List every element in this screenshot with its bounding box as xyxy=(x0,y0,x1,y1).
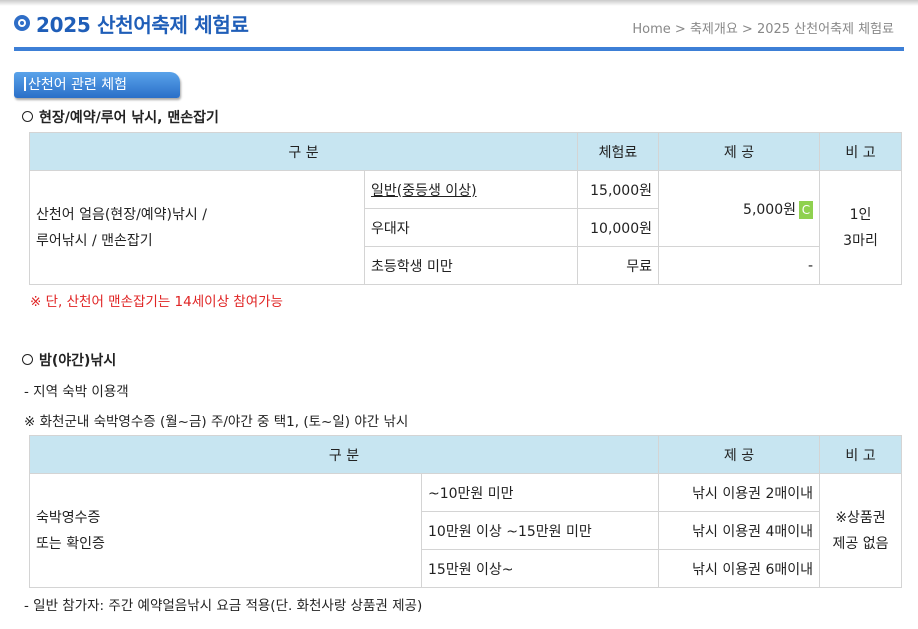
fishing-heading-text: 현장/예약/루어 낚시, 맨손잡기 xyxy=(39,110,219,126)
range-cell: ~10만원 미만 xyxy=(421,473,659,512)
col-header-note: 비 고 xyxy=(819,435,902,474)
range-cell: 15만원 이상~ xyxy=(421,549,659,588)
breadcrumb-overview[interactable]: 축제개요 xyxy=(690,22,738,37)
page-header: 2025 산천어축제 체험료 Home > 축제개요 > 2025 산천어축제 … xyxy=(0,0,918,52)
night-line-2: ※ 화천군내 숙박영수증 (월~금) 주/야간 중 택1, (토~일) 야간 낚… xyxy=(24,414,409,430)
provide-cell: - xyxy=(658,246,820,285)
col-header-category: 구 분 xyxy=(29,132,578,171)
fee-cell: 15,000원 xyxy=(577,170,659,209)
section-tab-bar-icon xyxy=(24,77,26,91)
range-cell: 10만원 이상 ~15만원 미만 xyxy=(421,511,659,550)
section-tab-label: 산천어 관련 체험 xyxy=(28,77,128,93)
breadcrumb-separator: > xyxy=(741,22,753,37)
fishing-fee-table: 구 분 체험료 제 공 비 고 산천어 얼음(현장/예약)낚시 / 루어낚시 /… xyxy=(29,132,902,285)
section-tab: 산천어 관련 체험 xyxy=(14,72,180,98)
fee-cell: 무료 xyxy=(577,246,659,285)
col-header-note: 비 고 xyxy=(819,132,902,171)
night-heading: 밤(야간)낚시 xyxy=(22,350,116,370)
col-header-provide: 제 공 xyxy=(658,435,820,474)
provide-cell: 낚시 이용권 6매이내 xyxy=(658,549,820,588)
night-fishing-table: 구 분 제 공 비 고 숙박영수증 또는 확인증 ~10만원 미만 낚시 이용권… xyxy=(29,435,902,588)
provide-value: 5,000원 xyxy=(743,201,796,218)
category-line: 숙박영수증 xyxy=(36,509,101,526)
category-line: 산천어 얼음(현장/예약)낚시 / xyxy=(36,206,207,223)
provide-cell: 낚시 이용권 2매이내 xyxy=(658,473,820,512)
table-row: 숙박영수증 또는 확인증 ~10만원 미만 낚시 이용권 2매이내 ※상품권 제… xyxy=(29,473,902,588)
fishing-category-cell: 산천어 얼음(현장/예약)낚시 / 루어낚시 / 맨손잡기 xyxy=(29,170,365,285)
type-cell: 우대자 xyxy=(364,208,578,247)
note-line: 1인 xyxy=(849,206,872,223)
breadcrumb: Home > 축제개요 > 2025 산천어축제 체험료 xyxy=(632,18,894,37)
provide-cell: 낚시 이용권 4매이내 xyxy=(658,511,820,550)
provide-cell: 5,000원 C xyxy=(658,170,820,247)
fishing-heading: 현장/예약/루어 낚시, 맨손잡기 xyxy=(22,107,219,127)
circle-bullet-icon xyxy=(22,111,33,122)
col-header-provide: 제 공 xyxy=(658,132,820,171)
breadcrumb-current: 2025 산천어축제 체험료 xyxy=(756,22,894,37)
type-cell[interactable]: 일반(중등생 이상) xyxy=(364,170,578,209)
header-divider xyxy=(14,47,904,51)
type-cell: 초등학생 미만 xyxy=(364,246,578,285)
page-title: 2025 산천어축제 체험료 xyxy=(36,13,249,37)
breadcrumb-home[interactable]: Home xyxy=(632,22,670,37)
note-line: 제공 없음 xyxy=(832,535,889,552)
fishing-note-cell: 1인 3마리 xyxy=(819,170,902,285)
col-header-fee: 체험료 xyxy=(577,132,659,171)
category-line: 루어낚시 / 맨손잡기 xyxy=(36,232,153,249)
night-heading-text: 밤(야간)낚시 xyxy=(39,353,117,369)
night-footer: - 일반 참가자: 주간 예약얼음낚시 요금 적용(단. 화천사랑 상품권 제공… xyxy=(24,598,423,614)
table-row: 산천어 얼음(현장/예약)낚시 / 루어낚시 / 맨손잡기 일반(중등생 이상)… xyxy=(29,170,902,285)
fishing-notice: ※ 단, 산천어 맨손잡기는 14세이상 참여가능 xyxy=(30,294,283,310)
night-line-1: - 지역 숙박 이용객 xyxy=(24,384,129,400)
circle-bullet-icon xyxy=(22,354,33,365)
note-line: 3마리 xyxy=(843,232,878,249)
category-line: 또는 확인증 xyxy=(36,535,105,552)
fee-cell: 10,000원 xyxy=(577,208,659,247)
type-general-link[interactable]: 일반(중등생 이상) xyxy=(371,183,477,199)
night-note-cell: ※상품권 제공 없음 xyxy=(819,473,902,588)
badge-icon: C xyxy=(799,200,813,219)
col-header-category: 구 분 xyxy=(29,435,659,474)
note-line: ※상품권 xyxy=(835,509,886,526)
night-category-cell: 숙박영수증 또는 확인증 xyxy=(29,473,422,588)
title-bullet-icon xyxy=(14,15,30,31)
breadcrumb-separator: > xyxy=(674,22,686,37)
